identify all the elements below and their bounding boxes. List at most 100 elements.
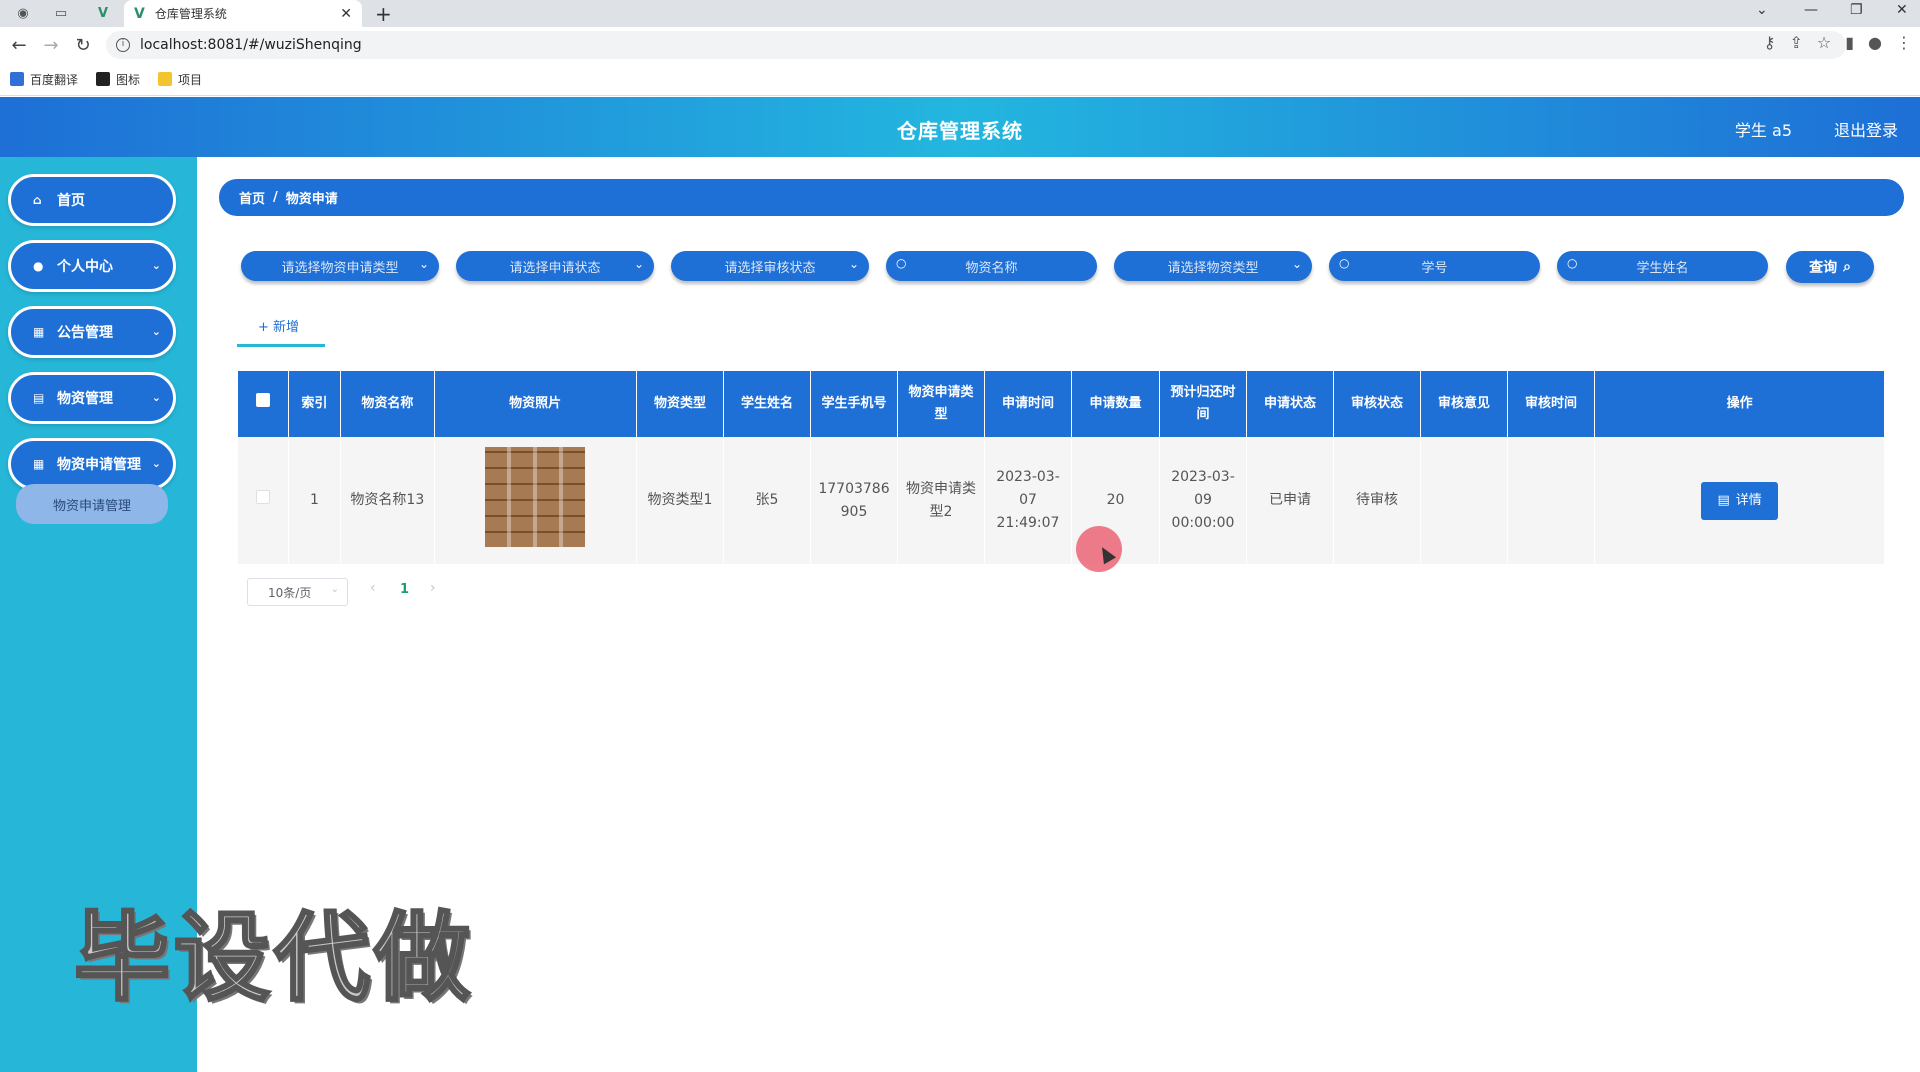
select-all-checkbox[interactable] bbox=[255, 393, 270, 407]
chevron-down-icon: ⌄ bbox=[330, 584, 339, 595]
share-icon[interactable]: ⇪ bbox=[1789, 33, 1802, 52]
close-icon[interactable]: ✕ bbox=[340, 6, 352, 22]
breadcrumb-separator: / bbox=[273, 190, 278, 205]
column-header: 物资照片 bbox=[434, 371, 637, 437]
tab-icon[interactable]: ▭ bbox=[48, 3, 74, 23]
sidebar-item-label: 首页 bbox=[57, 193, 85, 209]
query-button[interactable]: 查询 ⌕ bbox=[1786, 251, 1874, 283]
column-header: 操作 bbox=[1594, 371, 1885, 437]
search-icon: ○ bbox=[1567, 256, 1578, 270]
sidebar-item-goods[interactable]: ▤ 物资管理 ⌄ bbox=[8, 372, 176, 424]
column-header: 申请时间 bbox=[984, 371, 1073, 437]
column-header: 物资申请类型 bbox=[897, 371, 985, 437]
page-size-label: 10条/页 bbox=[268, 585, 312, 600]
back-icon[interactable]: ← bbox=[6, 35, 32, 56]
student-name-input[interactable]: ○ 学生姓名 bbox=[1557, 251, 1768, 281]
cell-apply-time: 2023-03-07 21:49:07 bbox=[984, 437, 1073, 564]
bookmark-item[interactable]: 百度翻译 bbox=[10, 71, 78, 88]
logout-button[interactable]: 退出登录 bbox=[1834, 117, 1898, 141]
detail-label: 详情 bbox=[1735, 493, 1762, 508]
browser-tabbar: ◉ ▭ V V 仓库管理系统 ✕ + ⌄ — ❐ ✕ bbox=[0, 0, 1920, 27]
forward-icon[interactable]: → bbox=[38, 35, 64, 56]
vue-icon[interactable]: V bbox=[90, 3, 116, 23]
row-checkbox[interactable] bbox=[255, 490, 270, 504]
page-size-select[interactable]: 10条/页 ⌄ bbox=[247, 578, 348, 606]
query-label: 查询 bbox=[1809, 260, 1838, 276]
bookmark-label: 百度翻译 bbox=[30, 72, 79, 87]
submenu-apply-manage[interactable]: 物资申请管理 bbox=[16, 484, 168, 524]
tab-active[interactable]: V 仓库管理系统 ✕ bbox=[124, 0, 362, 27]
grid-icon: ▦ bbox=[33, 325, 45, 339]
search-icon: ○ bbox=[1339, 256, 1350, 270]
restore-icon[interactable]: ❐ bbox=[1850, 2, 1863, 18]
chevron-down-icon: ⌄ bbox=[1291, 257, 1302, 271]
column-header: 学生手机号 bbox=[810, 371, 899, 437]
goods-type-select[interactable]: 请选择物资类型 ⌄ bbox=[1114, 251, 1312, 281]
watermark-text: 毕设代做 bbox=[73, 901, 474, 1016]
grid-icon: ▦ bbox=[33, 457, 45, 471]
more-icon[interactable]: ⋮ bbox=[1896, 33, 1912, 52]
info-icon[interactable]: i bbox=[116, 38, 130, 52]
table-row: 1 物资名称13 物资类型1 张5 17703786905 物资申请类型2 20… bbox=[238, 437, 1885, 564]
bookmark-label: 项目 bbox=[178, 72, 203, 87]
student-no-input[interactable]: ○ 学号 bbox=[1329, 251, 1540, 281]
apply-table: 索引 物资名称 物资照片 物资类型 学生姓名 学生手机号 物资申请类型 申请时间… bbox=[238, 371, 1885, 564]
cell-review-opinion bbox=[1420, 437, 1508, 564]
input-placeholder: 物资名称 bbox=[965, 260, 1018, 276]
browser-actions: ⚷ ⇪ ☆ ▮ ● ⋮ bbox=[1764, 33, 1912, 52]
user-icon: ● bbox=[33, 259, 44, 273]
column-header: 物资名称 bbox=[340, 371, 435, 437]
goods-name-input[interactable]: ○ 物资名称 bbox=[886, 251, 1097, 281]
document-icon: ▤ bbox=[1717, 493, 1730, 508]
bookmark-item[interactable]: 图标 bbox=[96, 71, 140, 88]
detail-button[interactable]: ▤ 详情 bbox=[1701, 481, 1778, 520]
key-icon[interactable]: ⚷ bbox=[1764, 33, 1776, 52]
add-button[interactable]: + 新增 bbox=[258, 316, 299, 335]
chevron-down-icon[interactable]: ⌄ bbox=[1756, 2, 1768, 18]
new-tab-button[interactable]: + bbox=[375, 2, 392, 26]
review-status-select[interactable]: 请选择审核状态 ⌄ bbox=[671, 251, 869, 281]
column-header: 申请状态 bbox=[1246, 371, 1334, 437]
bookmark-item[interactable]: 项目 bbox=[158, 71, 202, 88]
next-page-icon[interactable]: › bbox=[430, 580, 436, 596]
sidebar-item-notice[interactable]: ▦ 公告管理 ⌄ bbox=[8, 306, 176, 358]
chevron-down-icon: ⌄ bbox=[151, 259, 161, 272]
folder-icon bbox=[158, 72, 173, 86]
cell-return-time: 2023-03-09 00:00:00 bbox=[1159, 437, 1248, 564]
select-all-cell bbox=[238, 371, 289, 437]
url-field[interactable]: i localhost:8081/#/wuziShenqing bbox=[106, 31, 1846, 59]
apply-status-select[interactable]: 请选择申请状态 ⌄ bbox=[456, 251, 654, 281]
close-window-icon[interactable]: ✕ bbox=[1896, 2, 1908, 18]
sidebar-item-profile[interactable]: ● 个人中心 ⌄ bbox=[8, 240, 176, 292]
page-number[interactable]: 1 bbox=[400, 582, 409, 597]
sidebar-item-apply[interactable]: ▦ 物资申请管理 ⌄ bbox=[8, 438, 176, 490]
sidebar-item-home[interactable]: ⌂ 首页 bbox=[8, 174, 176, 226]
breadcrumb-home[interactable]: 首页 bbox=[239, 188, 265, 207]
bookmarks-bar: 百度翻译 图标 项目 bbox=[0, 63, 1920, 96]
goods-photo[interactable] bbox=[485, 446, 586, 547]
chevron-down-icon: ⌄ bbox=[633, 257, 644, 271]
reload-icon[interactable]: ↻ bbox=[70, 35, 96, 56]
column-header: 申请数量 bbox=[1071, 371, 1160, 437]
cell-goods-name: 物资名称13 bbox=[340, 437, 435, 564]
apply-type-select[interactable]: 请选择物资申请类型 ⌄ bbox=[241, 251, 439, 281]
breadcrumb-current: 物资申请 bbox=[285, 192, 338, 207]
sidepanel-icon[interactable]: ▮ bbox=[1845, 33, 1854, 52]
search-icon: ⌕ bbox=[1843, 259, 1851, 275]
clipboard-icon: ▤ bbox=[33, 391, 45, 405]
breadcrumb: 首页 / 物资申请 bbox=[219, 179, 1904, 216]
cell-actions: ▤ 详情 bbox=[1594, 437, 1885, 564]
prev-page-icon[interactable]: ‹ bbox=[370, 580, 376, 596]
globe-icon[interactable]: ◉ bbox=[10, 3, 36, 23]
minimize-icon[interactable]: — bbox=[1804, 2, 1818, 18]
cell-student-name: 张5 bbox=[723, 437, 811, 564]
profile-icon[interactable]: ● bbox=[1868, 33, 1882, 52]
search-icon: ○ bbox=[896, 256, 907, 270]
select-placeholder: 请选择物资类型 bbox=[1167, 260, 1259, 276]
column-header: 审核意见 bbox=[1420, 371, 1508, 437]
column-header: 物资类型 bbox=[636, 371, 725, 437]
star-icon[interactable]: ☆ bbox=[1817, 33, 1831, 52]
cell-review-time bbox=[1507, 437, 1596, 564]
chevron-down-icon: ⌄ bbox=[151, 457, 161, 470]
input-placeholder: 学号 bbox=[1421, 260, 1448, 276]
